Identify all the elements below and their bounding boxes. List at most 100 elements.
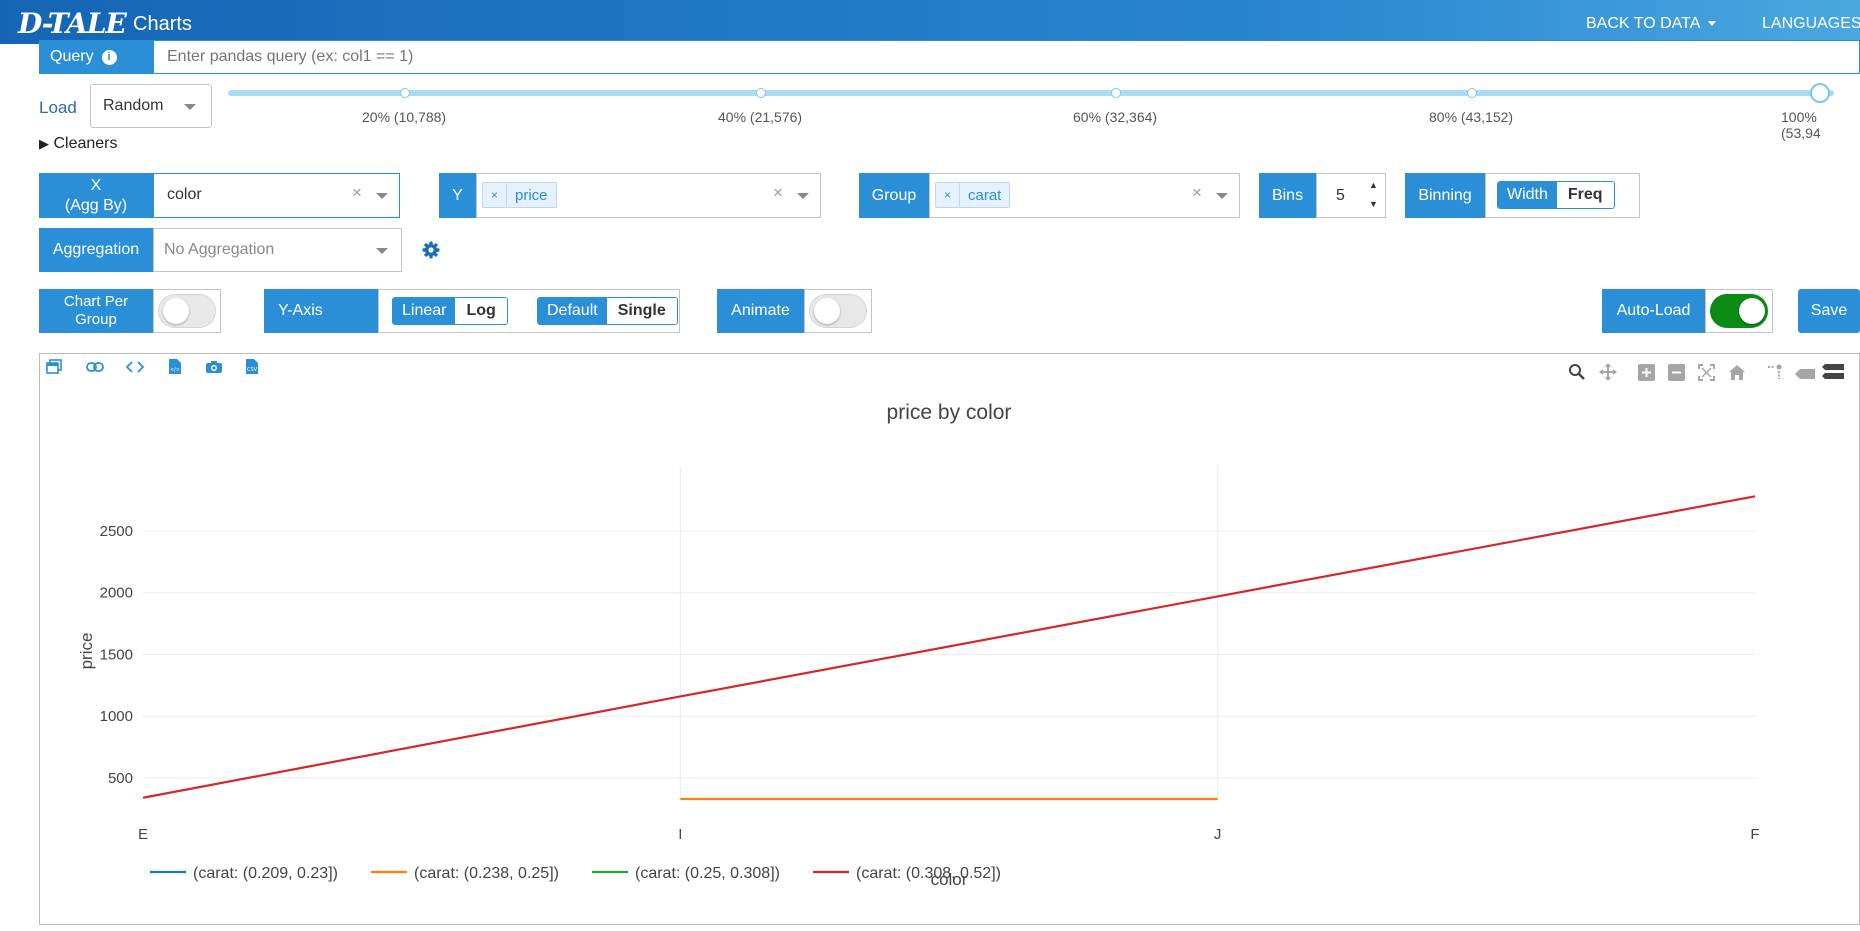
- y-tick-label: 1500: [100, 646, 133, 663]
- auto-load-wrap: [1705, 289, 1773, 333]
- page-title: Charts: [133, 13, 192, 35]
- top-navbar: D-TALE Charts BACK TO DATA LANGUAGES: [0, 0, 1860, 44]
- bins-label: Bins: [1259, 173, 1316, 218]
- query-input[interactable]: [153, 40, 1860, 74]
- y-tick-label: 1000: [100, 708, 133, 725]
- clear-icon[interactable]: ×: [1192, 183, 1202, 203]
- x-tick-label: F: [1750, 826, 1759, 843]
- y-axis-label: price: [77, 633, 96, 670]
- chart-title: price by color: [887, 401, 1012, 424]
- y-tick-label: 500: [108, 770, 133, 787]
- chart-per-group-toggle[interactable]: [158, 294, 216, 328]
- y-axis-log-button[interactable]: Log: [455, 298, 507, 324]
- decrement-icon[interactable]: ▼: [1369, 199, 1378, 209]
- bins-value: 5: [1336, 187, 1345, 204]
- y-axis-mode-group: Default Single: [537, 297, 678, 325]
- slider-dot-40[interactable]: [756, 88, 766, 98]
- chevron-down-icon: [1708, 21, 1717, 27]
- back-to-data-menu[interactable]: BACK TO DATA: [1586, 15, 1717, 33]
- chart-per-group-label: Chart Per Group: [39, 289, 153, 333]
- animate-label: Animate: [717, 289, 804, 333]
- animate-toggle[interactable]: [809, 294, 867, 328]
- x-select-value: color: [167, 186, 202, 203]
- animate-wrap: [804, 289, 872, 333]
- x-select[interactable]: color ×: [153, 173, 400, 218]
- bins-stepper[interactable]: 5 ▲ ▼: [1316, 173, 1386, 218]
- languages-menu[interactable]: LANGUAGES: [1762, 15, 1860, 33]
- slider-dot-20[interactable]: [400, 88, 410, 98]
- slider-tick-label: 40% (21,576): [718, 109, 803, 125]
- y-tag-label: price: [515, 186, 548, 204]
- slider-tick-label: 60% (32,364): [1073, 109, 1158, 125]
- slider-tick-label: 80% (43,152): [1429, 109, 1514, 125]
- x-label-line1: X: [90, 177, 102, 195]
- y-label: Y: [439, 173, 476, 218]
- load-slider-track[interactable]: [228, 90, 1834, 96]
- slider-tick-label: 100% (53,94: [1781, 109, 1821, 141]
- dtale-logo[interactable]: D-TALE: [18, 7, 127, 40]
- remove-tag-icon[interactable]: ×: [936, 183, 960, 207]
- y-tick-label: 2000: [100, 585, 133, 602]
- clear-icon[interactable]: ×: [352, 183, 362, 203]
- legend-entry: (carat: (0.209, 0.23]): [193, 865, 338, 882]
- y-tag-price: × price: [482, 182, 557, 208]
- binning-button-group: Width Freq: [1497, 181, 1615, 209]
- slider-dot-60[interactable]: [1111, 88, 1121, 98]
- binning-width-button[interactable]: Width: [1498, 182, 1557, 208]
- remove-tag-icon[interactable]: ×: [483, 183, 507, 207]
- legend-entry: (carat: (0.238, 0.25]): [414, 865, 559, 882]
- load-mode-select[interactable]: Random: [90, 84, 212, 128]
- toggle-knob: [814, 298, 840, 324]
- aggregation-select[interactable]: No Aggregation: [153, 228, 402, 272]
- chevron-down-icon[interactable]: [376, 193, 388, 199]
- x-tick-label: J: [1214, 826, 1222, 843]
- y-tick-label: 2500: [100, 523, 133, 540]
- x-tick-label: I: [678, 826, 682, 843]
- back-to-data-label: BACK TO DATA: [1586, 15, 1701, 32]
- load-slider-handle[interactable]: [1810, 83, 1830, 103]
- series-line: [142, 495, 1756, 799]
- y-axis-linear-button[interactable]: Linear: [393, 298, 456, 324]
- y-axis-options: Linear Log Default Single: [378, 289, 680, 333]
- binning-group: Width Freq: [1485, 173, 1640, 218]
- info-icon[interactable]: i: [101, 49, 117, 65]
- increment-icon[interactable]: ▲: [1369, 180, 1378, 190]
- slider-dot-80[interactable]: [1467, 88, 1477, 98]
- aggregation-placeholder: No Aggregation: [164, 241, 275, 258]
- save-button[interactable]: Save: [1798, 289, 1860, 333]
- clear-icon[interactable]: ×: [773, 183, 783, 203]
- cleaners-label: Cleaners: [53, 135, 118, 152]
- load-label: Load: [39, 98, 77, 117]
- group-label: Group: [859, 173, 929, 218]
- y-axis-single-button[interactable]: Single: [606, 298, 677, 324]
- triangle-right-icon: ▶: [39, 136, 49, 151]
- chevron-down-icon[interactable]: [797, 193, 809, 199]
- chevron-down-icon[interactable]: [376, 248, 388, 254]
- aggregation-label: Aggregation: [39, 228, 153, 272]
- y-axis-default-button[interactable]: Default: [538, 298, 607, 324]
- chart-per-group-wrap: [153, 289, 221, 333]
- y-select[interactable]: × price ×: [476, 173, 821, 218]
- x-tick-label: E: [138, 826, 148, 843]
- x-label: X (Agg By): [39, 173, 153, 218]
- chart-per-group-line2: Group: [75, 311, 117, 328]
- gear-icon[interactable]: [421, 240, 441, 260]
- cleaners-toggle[interactable]: ▶ Cleaners: [39, 135, 117, 153]
- binning-freq-button[interactable]: Freq: [1556, 182, 1614, 208]
- binning-label: Binning: [1405, 173, 1485, 218]
- chevron-down-icon[interactable]: [1216, 193, 1228, 199]
- toggle-knob: [1739, 298, 1765, 324]
- line-chart: 500 1000 1500 2000 2500 E I J Fprice by color pri…: [77, 401, 1760, 889]
- group-select[interactable]: × carat ×: [929, 173, 1240, 218]
- load-mode-value: Random: [103, 97, 164, 114]
- auto-load-toggle[interactable]: [1710, 294, 1768, 328]
- toggle-knob: [163, 298, 189, 324]
- y-axis-scale-group: Linear Log: [392, 297, 508, 325]
- group-tag-label: carat: [968, 186, 1002, 204]
- chevron-down-icon: [184, 104, 196, 110]
- y-axis-label: Y-Axis: [264, 289, 378, 333]
- group-tag-carat: × carat: [935, 182, 1011, 208]
- auto-load-label: Auto-Load: [1602, 289, 1705, 333]
- slider-tick-label: 20% (10,788): [362, 109, 447, 125]
- chart-per-group-line1: Chart Per: [63, 293, 129, 310]
